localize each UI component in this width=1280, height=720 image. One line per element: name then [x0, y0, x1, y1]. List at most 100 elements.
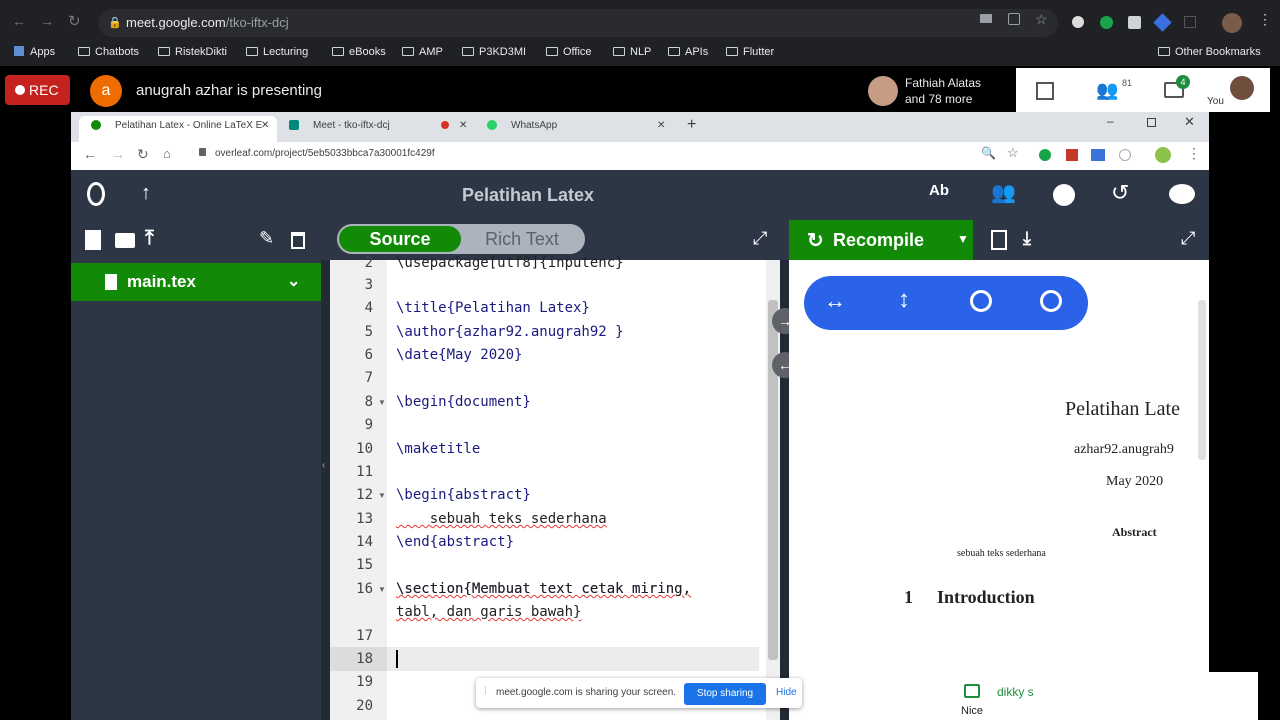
home-icon[interactable]: ⌂	[163, 146, 171, 161]
new-folder-icon[interactable]	[115, 233, 135, 248]
fit-width-icon[interactable]: ↔	[824, 288, 846, 314]
hide-button[interactable]: Hide	[776, 687, 797, 698]
code-line: tabl, dan garis bawah}	[396, 604, 582, 620]
close-icon[interactable]: ✕	[459, 116, 467, 136]
new-extension-icon[interactable]	[1091, 149, 1105, 161]
meet-favicon	[289, 120, 299, 130]
reload-icon[interactable]: ↻	[68, 12, 81, 30]
grid-extension-icon[interactable]	[1184, 16, 1196, 28]
fold-arrow-icon[interactable]: ▼	[378, 585, 386, 594]
bookmark-p3kd3mi[interactable]: P3KD3MI	[462, 46, 526, 58]
rich-text-mode-button[interactable]: Rich Text	[461, 226, 583, 252]
bookmark-chatbots[interactable]: Chatbots	[78, 46, 139, 58]
word-count-icon[interactable]: Ab	[929, 182, 949, 199]
view-logs-icon[interactable]	[991, 230, 1007, 250]
extension-icon[interactable]	[1072, 16, 1084, 28]
bookmark-nlp[interactable]: NLP	[613, 46, 651, 58]
folder-icon	[613, 47, 625, 56]
dropdown-caret-icon[interactable]: ▼	[957, 232, 969, 246]
expand-editor-icon[interactable]: ⤢	[753, 228, 767, 249]
window-close-icon[interactable]: ✕	[1184, 114, 1195, 130]
refresh-icon: ↻	[807, 230, 824, 252]
zoom-out-icon[interactable]	[1040, 290, 1062, 312]
upload-arrow-icon[interactable]: ↑	[141, 182, 151, 205]
back-icon[interactable]: ←	[12, 13, 26, 29]
chat-bubble-icon[interactable]	[1169, 184, 1195, 204]
project-title: Pelatihan Latex	[461, 185, 595, 205]
file-tree	[71, 260, 321, 720]
camera-icon[interactable]	[980, 14, 992, 23]
fit-height-icon[interactable]: ↕	[898, 286, 910, 314]
grammarly-icon[interactable]	[1100, 16, 1113, 29]
expand-pdf-icon[interactable]: ⤢	[1181, 228, 1195, 249]
new-tab-button[interactable]: +	[687, 116, 696, 134]
star-icon[interactable]: ☆	[1035, 11, 1048, 28]
fold-arrow-icon[interactable]: ▼	[378, 398, 386, 407]
file-tree-item-main[interactable]: main.tex ⌄	[71, 263, 321, 301]
collapse-left-icon[interactable]: ‹	[322, 460, 325, 471]
upload-icon[interactable]: ⤒	[145, 227, 154, 250]
forward-icon[interactable]: →	[40, 13, 54, 29]
back-icon[interactable]: ←	[83, 146, 97, 162]
drag-handle-icon[interactable]: ⁞	[484, 686, 487, 697]
close-icon[interactable]: ✕	[657, 116, 665, 136]
tab-meet[interactable]: Meet - tko-iftx-dcj ✕	[277, 116, 475, 142]
bookmark-lecturing[interactable]: Lecturing	[246, 46, 308, 58]
panel-divider[interactable]: ‹	[321, 260, 330, 720]
globe-extension-icon[interactable]	[1119, 149, 1131, 161]
publish-globe-icon[interactable]	[1053, 184, 1075, 206]
close-icon[interactable]: ✕	[261, 116, 269, 136]
forward-icon[interactable]: →	[111, 146, 125, 162]
bookmark-other[interactable]: Other Bookmarks	[1158, 46, 1261, 58]
line-number: 20	[356, 698, 373, 714]
url-host: meet.google.com	[126, 15, 226, 30]
people-icon[interactable]: 👥	[1096, 80, 1118, 101]
minimize-icon[interactable]: –	[1107, 114, 1114, 128]
self-avatar[interactable]	[1230, 76, 1254, 100]
chat-notification[interactable]: dikky s Nice	[955, 672, 1258, 720]
bookmark-apps[interactable]: Apps	[14, 46, 55, 58]
recompile-button[interactable]: ↻ Recompile ▼	[789, 220, 973, 260]
pdf-scrollbar[interactable]	[1198, 300, 1206, 460]
code-extension-icon[interactable]	[1128, 16, 1141, 29]
translate-icon[interactable]	[1008, 13, 1020, 25]
bookmark-ebooks[interactable]: eBooks	[332, 46, 386, 58]
chat-sender: dikky s	[997, 685, 1034, 699]
star-icon[interactable]: ☆	[1007, 145, 1019, 161]
fold-arrow-icon[interactable]: ▼	[378, 491, 386, 500]
code-line: \section{Membuat text cetak miring,	[396, 581, 692, 597]
zoom-icon[interactable]: 🔍	[981, 146, 996, 160]
folder-icon	[332, 47, 344, 56]
menu-icon[interactable]: ⋮	[1258, 11, 1272, 28]
chevron-down-icon[interactable]: ⌄	[287, 263, 300, 301]
rename-pencil-icon[interactable]: ✎	[259, 228, 274, 249]
download-pdf-icon[interactable]: ⤓	[1023, 228, 1031, 249]
share-users-icon[interactable]: 👥	[991, 180, 1016, 205]
bookmark-amp[interactable]: AMP	[402, 46, 443, 58]
grammarly-icon[interactable]	[1039, 149, 1051, 161]
inner-address-bar[interactable]: overleaf.com/project/5eb5033bbca7a30001f…	[215, 148, 435, 159]
overleaf-logo-icon[interactable]	[87, 182, 105, 206]
outer-address-bar[interactable]: 🔒 meet.google.com/tko-iftx-dcj	[98, 9, 1058, 37]
zoom-in-icon[interactable]	[970, 290, 992, 312]
tab-overleaf[interactable]: Pelatihan Latex - Online LaTeX E ✕	[79, 116, 277, 142]
stop-sharing-button[interactable]: Stop sharing	[684, 683, 766, 705]
source-mode-button[interactable]: Source	[339, 226, 461, 252]
panel-divider[interactable]: → ←	[772, 260, 798, 720]
delete-trash-icon[interactable]	[291, 232, 305, 249]
bookmark-office[interactable]: Office	[546, 46, 592, 58]
bookmark-flutter[interactable]: Flutter	[726, 46, 774, 58]
pdf-author: azhar92.anugrah9	[1074, 442, 1174, 457]
mendeley-icon[interactable]	[1066, 149, 1078, 161]
history-icon[interactable]: ↺	[1111, 180, 1129, 206]
profile-avatar[interactable]	[1222, 13, 1242, 33]
bookmark-apis[interactable]: APIs	[668, 46, 708, 58]
reload-icon[interactable]: ↻	[137, 146, 149, 163]
new-file-icon[interactable]	[85, 230, 101, 250]
bookmark-ristekdikti[interactable]: RistekDikti	[158, 46, 227, 58]
profile-avatar[interactable]	[1155, 147, 1171, 163]
menu-icon[interactable]: ⋮	[1187, 145, 1201, 162]
layout-icon[interactable]	[1036, 82, 1054, 100]
tab-whatsapp[interactable]: WhatsApp ✕	[475, 116, 673, 142]
restore-icon[interactable]	[1147, 118, 1156, 127]
